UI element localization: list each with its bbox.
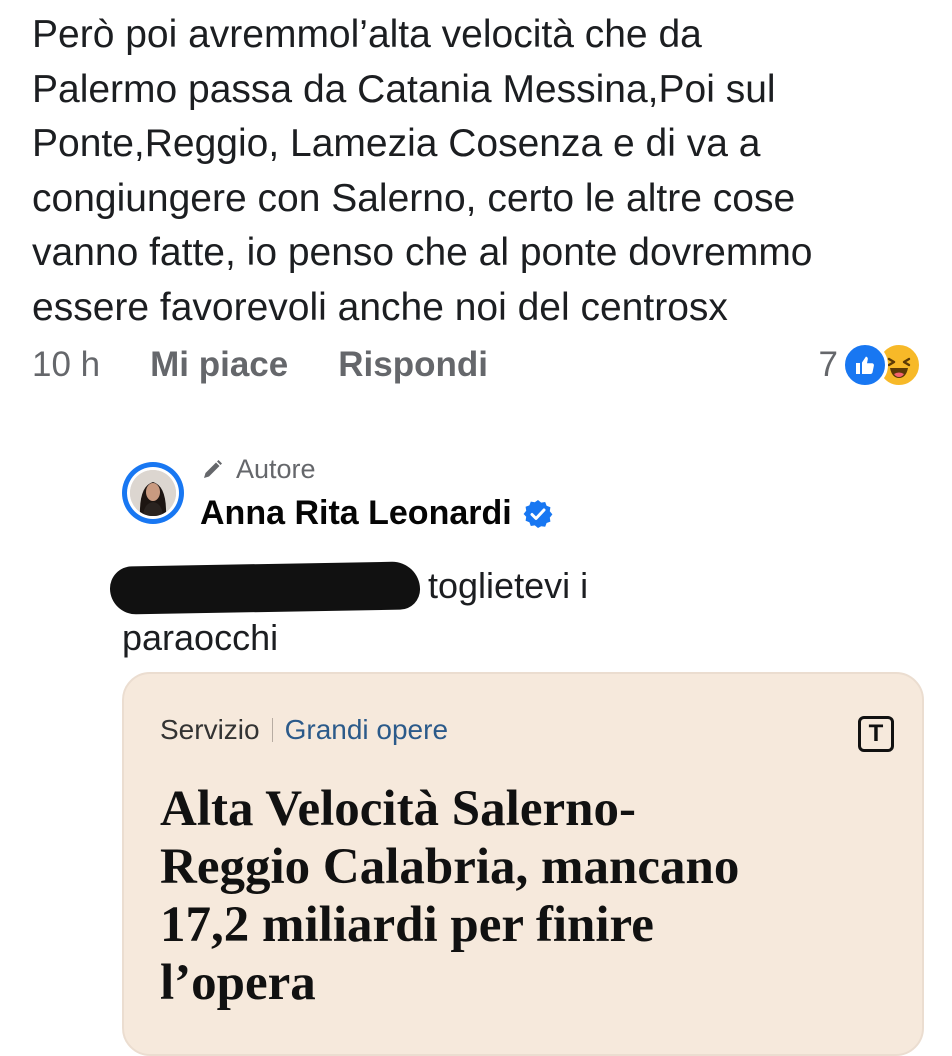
author-name-row: Anna Rita Leonardi — [200, 494, 554, 533]
like-button[interactable]: Mi piace — [150, 345, 288, 385]
redacted-mention — [109, 561, 421, 616]
reaction-count: 7 — [818, 345, 838, 384]
comment-timestamp: 10 h — [32, 345, 101, 384]
pencil-icon — [200, 458, 224, 482]
reply-text-line2: paraocchi — [122, 617, 279, 659]
author-badge-label: Autore — [236, 454, 316, 484]
article-meta: Servizio Grandi opere — [160, 714, 448, 746]
reply-text: toglietevi i paraocchi — [109, 560, 822, 664]
reply-text-line1: toglietevi i — [428, 565, 589, 606]
article-headline[interactable]: Alta Velocità Salerno- Reggio Calabria, … — [160, 780, 900, 1012]
avatar[interactable] — [122, 462, 184, 524]
comment-actions-bar: 10 h Mi piace Rispondi 7 — [32, 340, 922, 390]
comment-text: Però poi avremmol’alta velocità che da P… — [32, 13, 813, 329]
verified-badge-icon — [522, 498, 554, 530]
reply-button[interactable]: Rispondi — [338, 345, 488, 385]
meta-divider — [271, 718, 273, 742]
link-preview-card[interactable]: Servizio Grandi opere T Alta Velocità Sa… — [122, 672, 924, 1056]
article-topic-link[interactable]: Grandi opere — [285, 714, 448, 746]
article-section: Servizio — [160, 714, 260, 745]
avatar-photo — [130, 470, 176, 516]
publisher-logo-icon: T — [858, 716, 894, 752]
reactions-summary[interactable]: 7 — [819, 340, 922, 390]
like-reaction-icon — [842, 342, 888, 388]
author-badge: Autore — [200, 454, 316, 485]
author-name[interactable]: Anna Rita Leonardi — [200, 494, 512, 533]
